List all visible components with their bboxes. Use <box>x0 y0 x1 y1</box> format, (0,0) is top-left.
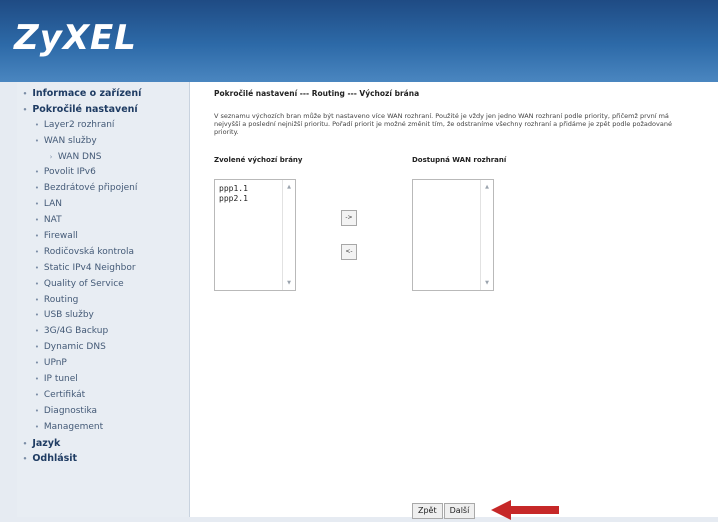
red-arrow-icon <box>491 500 559 520</box>
sidebar-item[interactable]: • Static IPv4 Neighbor <box>17 261 189 277</box>
selected-gateways-listbox[interactable]: ppp1.1 ppp2.1 ▲ ▼ <box>214 179 296 291</box>
scroll-down-icon[interactable]: ▼ <box>283 280 295 286</box>
sidebar-item[interactable]: • Dynamic DNS <box>17 340 189 356</box>
scroll-down-icon[interactable]: ▼ <box>481 280 493 286</box>
sidebar-item[interactable]: • Management <box>17 420 189 436</box>
bullet-icon: • <box>34 263 40 272</box>
sidebar-item[interactable]: › WAN DNS <box>17 150 189 166</box>
sidebar-item[interactable]: • LAN <box>17 197 189 213</box>
sidebar-item[interactable]: • NAT <box>17 213 189 229</box>
bullet-icon: • <box>34 327 40 336</box>
sidebar-item-label: UPnP <box>43 358 67 369</box>
sidebar-item-label: WAN DNS <box>57 151 102 162</box>
bullet-icon: • <box>22 439 28 448</box>
sidebar-item[interactable]: • Jazyk <box>17 436 189 452</box>
bullet-icon: • <box>22 90 28 98</box>
sidebar-item[interactable]: • 3G/4G Backup <box>17 324 189 340</box>
bullet-icon: • <box>34 184 40 193</box>
sidebar-item-label: WAN služby <box>43 135 97 146</box>
bullet-icon: • <box>34 120 40 129</box>
sidebar-item-label: Firewall <box>43 231 78 242</box>
bullet-icon: • <box>34 168 40 177</box>
sidebar-item[interactable]: • Odhlásit <box>17 451 189 467</box>
bullet-icon: • <box>34 200 40 209</box>
sidebar-item[interactable]: • Povolit IPv6 <box>17 165 189 181</box>
sidebar-item-label: 3G/4G Backup <box>43 326 109 337</box>
sidebar-item-label: Diagnostika <box>43 405 98 416</box>
available-wan-listbox[interactable]: ▲ ▼ <box>412 179 494 291</box>
sidebar-item-label: Certifikát <box>43 389 86 400</box>
sidebar-item-label: Management <box>43 421 104 432</box>
bullet-icon: • <box>34 311 40 320</box>
sidebar-item-label: Povolit IPv6 <box>43 167 96 178</box>
bullet-icon: • <box>34 295 40 304</box>
bullet-icon: • <box>34 216 40 225</box>
header-banner: ZyXEL <box>0 0 718 82</box>
sidebar-item[interactable]: • Pokročilé nastavení <box>17 102 189 118</box>
page-description: V seznamu výchozích bran může být nastav… <box>214 112 672 136</box>
sidebar-item-label: Quality of Service <box>43 278 124 289</box>
sidebar-item-label: Layer2 rozhraní <box>43 119 115 130</box>
sidebar-item-label: Pokročilé nastavení <box>32 103 138 115</box>
sidebar-item-label: LAN <box>43 199 62 210</box>
bullet-icon: › <box>49 152 53 161</box>
selected-gateways-heading: Zvolené výchozí brány <box>214 156 303 164</box>
sidebar-item[interactable]: • USB služby <box>17 308 189 324</box>
bullet-icon: • <box>34 406 40 415</box>
main-content: Pokročilé nastavení --- Routing --- Vých… <box>190 82 718 520</box>
sidebar-item[interactable]: • Certifikát <box>17 388 189 404</box>
sidebar-item-label: Odhlásit <box>32 453 78 465</box>
sidebar-item[interactable]: • UPnP <box>17 356 189 372</box>
sidebar-item-label: Dynamic DNS <box>43 342 106 353</box>
sidebar-item-label: Rodičovská kontrola <box>43 246 134 257</box>
bullet-icon: • <box>34 232 40 241</box>
bullet-icon: • <box>22 105 28 114</box>
scroll-up-icon[interactable]: ▲ <box>283 184 295 190</box>
bullet-icon: • <box>34 136 40 145</box>
sidebar-item-label: USB služby <box>43 310 94 321</box>
sidebar-item-label: Static IPv4 Neighbor <box>43 262 136 273</box>
sidebar-item[interactable]: • Diagnostika <box>17 404 189 420</box>
bullet-icon: • <box>34 359 40 368</box>
sidebar-item-label: IP tunel <box>43 374 78 385</box>
bullet-icon: • <box>34 375 40 384</box>
scroll-up-icon[interactable]: ▲ <box>481 184 493 190</box>
sidebar-item[interactable]: • Routing <box>17 293 189 309</box>
sidebar-item[interactable]: • WAN služby <box>17 134 189 150</box>
sidebar-item[interactable]: • Bezdrátové připojení <box>17 181 189 197</box>
move-left-button[interactable]: <- <box>341 244 357 260</box>
sidebar-item[interactable]: • Informace o zařízení <box>17 86 189 102</box>
bullet-icon: • <box>22 455 28 464</box>
sidebar-item-label: Bezdrátové připojení <box>43 183 138 194</box>
sidebar-item-label: Routing <box>43 294 79 305</box>
bullet-icon: • <box>34 279 40 288</box>
sidebar-item-label: Jazyk <box>32 437 61 449</box>
bullet-icon: • <box>34 343 40 352</box>
listbox-scrollbar[interactable]: ▲ ▼ <box>282 180 295 290</box>
zyxel-logo: ZyXEL <box>14 18 137 58</box>
sidebar-item[interactable]: • Rodičovská kontrola <box>17 245 189 261</box>
sidebar-item[interactable]: • Firewall <box>17 229 189 245</box>
move-right-button[interactable]: -> <box>341 210 357 226</box>
sidebar-item[interactable]: • Layer2 rozhraní <box>17 118 189 134</box>
sidebar-nav: • Informace o zařízení • Pokročilé nastav… <box>17 82 190 517</box>
breadcrumb: Pokročilé nastavení --- Routing --- Vých… <box>214 89 420 98</box>
sidebar-item-label: Informace o zařízení <box>32 88 142 99</box>
bullet-icon: • <box>34 422 40 431</box>
listbox-scrollbar[interactable]: ▲ ▼ <box>480 180 493 290</box>
available-wan-heading: Dostupná WAN rozhraní <box>412 156 507 164</box>
sidebar-item-label: NAT <box>43 215 62 226</box>
sidebar-item[interactable]: • IP tunel <box>17 372 189 388</box>
bullet-icon: • <box>34 247 40 256</box>
bullet-icon: • <box>34 390 40 399</box>
sidebar-item[interactable]: • Quality of Service <box>17 277 189 293</box>
sidebar-menu: • Informace o zařízení • Pokročilé nastav… <box>17 86 189 467</box>
